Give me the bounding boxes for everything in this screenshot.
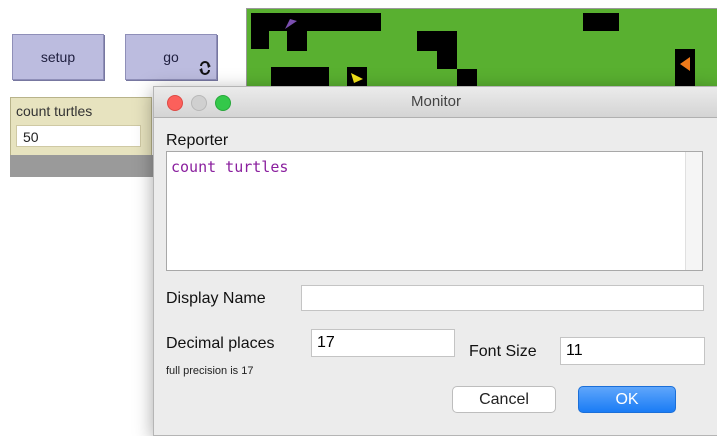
display-name-field[interactable] [301, 285, 704, 311]
monitor-dialog: Monitor Reporter count turtles Display N… [153, 86, 717, 436]
cancel-button[interactable]: Cancel [452, 386, 556, 413]
display-name-label: Display Name [166, 290, 266, 307]
turtle-icon [285, 19, 297, 29]
setup-button-label: setup [40, 49, 76, 65]
widget-shadow [10, 155, 158, 177]
dialog-title: Monitor [410, 93, 462, 110]
font-size-label: Font Size [469, 343, 537, 360]
dialog-titlebar[interactable]: Monitor [154, 87, 717, 118]
decimal-places-label: Decimal places [166, 335, 275, 352]
turtle-icon [680, 57, 690, 71]
go-button[interactable]: go [125, 34, 217, 80]
font-size-field[interactable]: 11 [560, 337, 705, 365]
count-turtles-monitor[interactable]: count turtles 50 [10, 97, 152, 156]
go-button-label: go [163, 49, 179, 65]
precision-note: full precision is 17 [166, 365, 254, 377]
monitor-value: 50 [16, 125, 141, 147]
decimal-places-field[interactable]: 17 [311, 329, 455, 357]
reporter-label: Reporter [166, 132, 229, 149]
forever-loop-icon [199, 61, 211, 75]
turtle-icon [351, 73, 363, 83]
monitor-label: count turtles [16, 103, 93, 119]
reporter-scrollbar[interactable] [685, 152, 702, 270]
reporter-code: count turtles [171, 158, 289, 176]
reporter-editor[interactable]: count turtles [166, 151, 703, 271]
ok-button[interactable]: OK [578, 386, 676, 413]
setup-button[interactable]: setup [12, 34, 104, 80]
